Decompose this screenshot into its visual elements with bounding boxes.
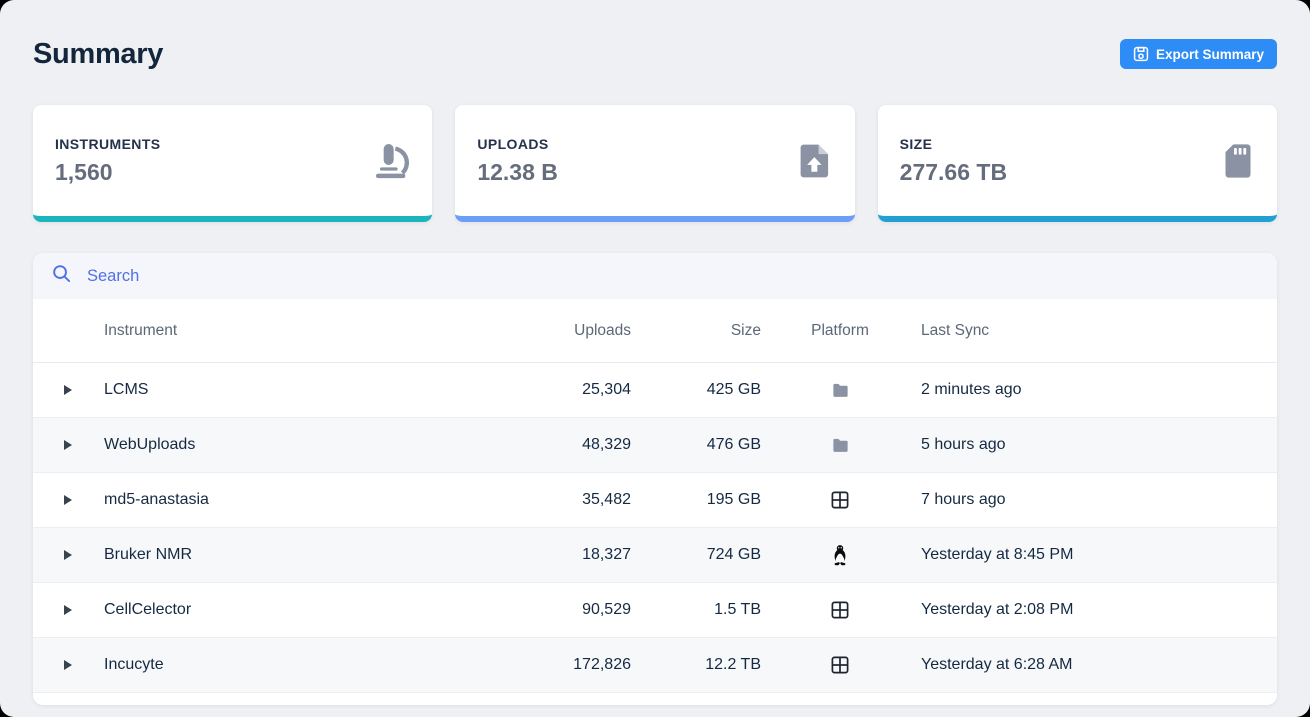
stat-card-label: UPLOADS [477,136,558,152]
file-upload-icon [797,141,833,181]
column-header-platform: Platform [761,322,919,340]
microscope-icon [370,141,410,181]
windows-icon [761,491,919,509]
stat-card-label: INSTRUMENTS [55,136,161,152]
instruments-table-card: Instrument Uploads Size Platform Last Sy… [33,253,1277,705]
instrument-name-cell: CellCelector [104,601,404,619]
size-cell: 724 GB [631,546,761,564]
sd-card-icon [1221,141,1255,181]
page-header: Summary Export Summary [33,0,1277,75]
windows-icon [761,656,919,674]
last-sync-cell: Yesterday at 8:45 PM [919,546,1277,564]
stat-card-value: 1,560 [55,159,161,186]
uploads-cell: 90,529 [404,601,631,619]
expand-row-caret-icon[interactable] [63,549,73,561]
search-bar [33,253,1277,299]
table-row[interactable]: CellCelector90,5291.5 TB Yesterday at 2:0… [33,583,1277,638]
stat-card-uploads: UPLOADS 12.38 B [455,105,854,222]
last-sync-cell: 7 hours ago [919,491,1277,509]
table-row[interactable]: Bruker NMR18,327724 GB Yesterday at 8:45… [33,528,1277,583]
stat-card-instruments: INSTRUMENTS 1,560 [33,105,432,222]
export-icon [1133,46,1149,62]
uploads-cell: 18,327 [404,546,631,564]
table-row[interactable]: md5-anastasia35,482195 GB 7 hours ago [33,473,1277,528]
windows-icon [761,601,919,619]
table-header-row: Instrument Uploads Size Platform Last Sy… [33,299,1277,363]
table-row[interactable]: Incucyte172,82612.2 TB Yesterday at 6:28 … [33,638,1277,693]
instrument-name-cell: LCMS [104,381,404,399]
size-cell: 12.2 TB [631,656,761,674]
uploads-cell: 48,329 [404,436,631,454]
stat-card-size: SIZE 277.66 TB [878,105,1277,222]
instrument-name-cell: Bruker NMR [104,546,404,564]
table-row[interactable]: LCMS25,304425 GB 2 minutes ago [33,363,1277,418]
instrument-name-cell: WebUploads [104,436,404,454]
uploads-cell: 172,826 [404,656,631,674]
linux-icon [761,544,919,566]
last-sync-cell: Yesterday at 2:08 PM [919,601,1277,619]
search-input[interactable] [85,266,1259,287]
column-header-uploads: Uploads [404,322,631,340]
page-title: Summary [33,38,163,71]
search-icon [51,263,72,289]
folder-icon [761,436,919,455]
table-row[interactable]: WebUploads48,329476 GB 5 hours ago [33,418,1277,473]
uploads-cell: 25,304 [404,381,631,399]
column-header-size: Size [631,322,761,340]
last-sync-cell: Yesterday at 6:28 AM [919,656,1277,674]
size-cell: 1.5 TB [631,601,761,619]
folder-icon [761,381,919,400]
expand-row-caret-icon[interactable] [63,659,73,671]
export-button-label: Export Summary [1156,47,1264,62]
stat-card-value: 12.38 B [477,159,558,186]
uploads-cell: 35,482 [404,491,631,509]
export-summary-button[interactable]: Export Summary [1120,39,1277,69]
expand-row-caret-icon[interactable] [63,439,73,451]
summary-page: Summary Export Summary INSTRUMENTS 1,560 [0,0,1310,717]
size-cell: 476 GB [631,436,761,454]
expand-row-caret-icon[interactable] [63,494,73,506]
last-sync-cell: 2 minutes ago [919,381,1277,399]
table-body: LCMS25,304425 GB2 minutes agoWebUploads4… [33,363,1277,693]
expand-row-caret-icon[interactable] [63,384,73,396]
column-header-last-sync: Last Sync [919,322,1277,340]
stat-card-value: 277.66 TB [900,159,1007,186]
stat-cards: INSTRUMENTS 1,560 UPLOADS 12.38 B [33,105,1277,222]
column-header-instrument: Instrument [104,322,404,340]
size-cell: 425 GB [631,381,761,399]
last-sync-cell: 5 hours ago [919,436,1277,454]
expand-row-caret-icon[interactable] [63,604,73,616]
instrument-name-cell: Incucyte [104,656,404,674]
instrument-name-cell: md5-anastasia [104,491,404,509]
stat-card-label: SIZE [900,136,1007,152]
size-cell: 195 GB [631,491,761,509]
